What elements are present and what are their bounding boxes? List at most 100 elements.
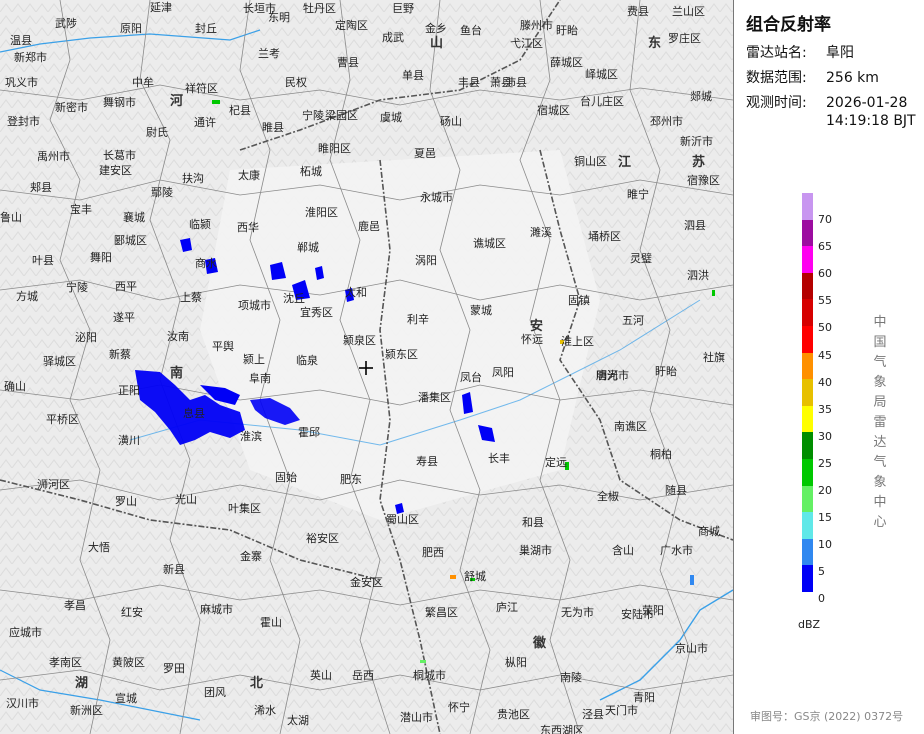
legend-swatch-70: [802, 193, 813, 220]
dbz-unit-label: dBZ: [798, 618, 821, 631]
place-label: 永城市: [420, 191, 453, 204]
province-label: 南: [170, 366, 184, 381]
place-label: 灵璧: [630, 252, 652, 265]
legend-tick-15: 15: [818, 511, 832, 525]
place-label: 黄陂区: [112, 656, 145, 669]
legend-swatch-0: [802, 565, 813, 592]
place-label: 民权: [285, 76, 307, 89]
place-label: 睢阳区: [318, 142, 351, 155]
place-label: 天门市: [605, 704, 638, 717]
place-label: 中牟: [132, 76, 154, 89]
province-label: 山: [430, 36, 444, 51]
place-label: 武陟: [55, 17, 77, 30]
place-label: 郏县: [30, 181, 52, 194]
place-label: 杞县: [229, 104, 251, 117]
place-label: 罗田: [163, 662, 185, 675]
legend-swatch-55: [802, 272, 813, 300]
place-label: 贵池区: [497, 708, 530, 721]
place-label: 太和: [345, 286, 367, 299]
place-label: 叶集区: [228, 502, 261, 515]
place-label: 萧县: [490, 76, 512, 89]
place-label: 通许: [194, 116, 216, 129]
place-label: 淮上区: [561, 335, 594, 348]
place-label: 梁园区: [325, 109, 358, 122]
station-label: 雷达站名:: [746, 45, 807, 61]
place-label: 祥符区: [185, 82, 218, 95]
place-label: 舒城: [464, 570, 486, 583]
place-label: 和县: [522, 516, 544, 529]
place-label: 潢川: [118, 434, 140, 447]
legend-swatch-45: [802, 325, 813, 353]
place-label: 东西湖区: [540, 724, 584, 734]
place-label: 上蔡: [180, 291, 202, 304]
place-label: 含山: [612, 544, 634, 557]
range-row: 数据范围: 256 km: [746, 67, 879, 87]
place-label: 罗山: [115, 495, 137, 508]
legend-swatch-60: [802, 246, 813, 273]
place-label: 驿城区: [43, 355, 76, 368]
place-label: 弋江区: [510, 37, 543, 50]
place-label: 商城: [698, 525, 720, 538]
place-label: 南谯区: [614, 420, 647, 433]
place-label: 泌阳: [75, 331, 97, 344]
place-label: 定远: [545, 456, 567, 469]
place-label: 新密市: [55, 101, 88, 114]
place-label: 濉溪: [530, 226, 552, 239]
place-label: 巩义市: [5, 76, 38, 89]
legend-swatch-15: [802, 485, 813, 513]
legend-swatch-40: [802, 352, 813, 380]
place-label: 麻城市: [200, 603, 233, 616]
place-label: 邳州市: [650, 115, 683, 128]
place-label: 睢县: [262, 121, 284, 134]
province-label: 湖: [75, 676, 89, 691]
place-label: 新洲区: [70, 704, 103, 717]
place-label: 浉河区: [37, 478, 70, 491]
legend-swatch-25: [802, 432, 813, 459]
place-label: 随县: [665, 484, 687, 497]
range-value: 256 km: [826, 70, 879, 86]
place-label: 成武: [382, 31, 404, 44]
legend-tick-50: 50: [818, 321, 832, 335]
place-label: 荥阳: [642, 604, 664, 617]
time-row: 观测时间: 2026-01-28: [746, 92, 907, 112]
place-label: 台儿庄区: [580, 95, 624, 108]
place-label: 汉川市: [6, 697, 39, 710]
place-label: 遂平: [113, 311, 135, 324]
place-label: 平桥区: [46, 413, 79, 426]
place-label: 温县: [10, 34, 32, 47]
place-label: 岳西: [352, 669, 374, 682]
place-label: 宿豫区: [687, 174, 720, 187]
place-label: 裕安区: [306, 532, 339, 545]
radar-map[interactable]: 武陟 延津 封丘 长垣市 东明 牡丹区 定陶区 巨野 金乡 鱼台 滕州市 费县 兰山区 温县 原阳 兰考 成武单…: [0, 0, 734, 734]
legend-tick-65: 65: [818, 240, 832, 254]
legend-tick-35: 35: [818, 402, 832, 416]
place-label: 应城市: [9, 626, 42, 639]
place-label: 牡丹区: [303, 2, 336, 15]
place-label: 峄城区: [585, 68, 618, 81]
place-label: 红安: [121, 606, 143, 619]
place-label: 正阳: [118, 384, 140, 397]
place-label: 京山市: [675, 642, 708, 655]
place-label: 青阳: [633, 691, 655, 704]
place-label: 项城市: [238, 299, 271, 312]
dbz-legend-bar: [802, 193, 814, 592]
place-label: 柘城: [300, 165, 322, 178]
place-label: 固始: [275, 471, 297, 484]
place-label: 临颍: [189, 218, 211, 231]
place-label: 唐河: [596, 369, 618, 382]
place-label: 确山: [4, 380, 26, 393]
place-label: 金寨: [240, 550, 262, 563]
place-label: 颍东区: [385, 348, 418, 361]
place-label: 霍山: [260, 616, 282, 629]
place-label: 泾县: [582, 708, 604, 721]
place-label: 太康: [238, 169, 260, 182]
place-label: 鹿邑: [358, 220, 380, 233]
place-label: 登封市: [7, 115, 40, 128]
legend-tick-60: 60: [818, 267, 832, 281]
place-label: 舞阳: [90, 251, 112, 264]
place-label: 罗庄区: [668, 32, 701, 45]
place-label: 薛城区: [550, 56, 583, 69]
time-clock: 14:19:18 BJT: [826, 113, 916, 129]
place-label: 汝南: [167, 330, 189, 343]
place-label: 固镇: [568, 294, 590, 307]
